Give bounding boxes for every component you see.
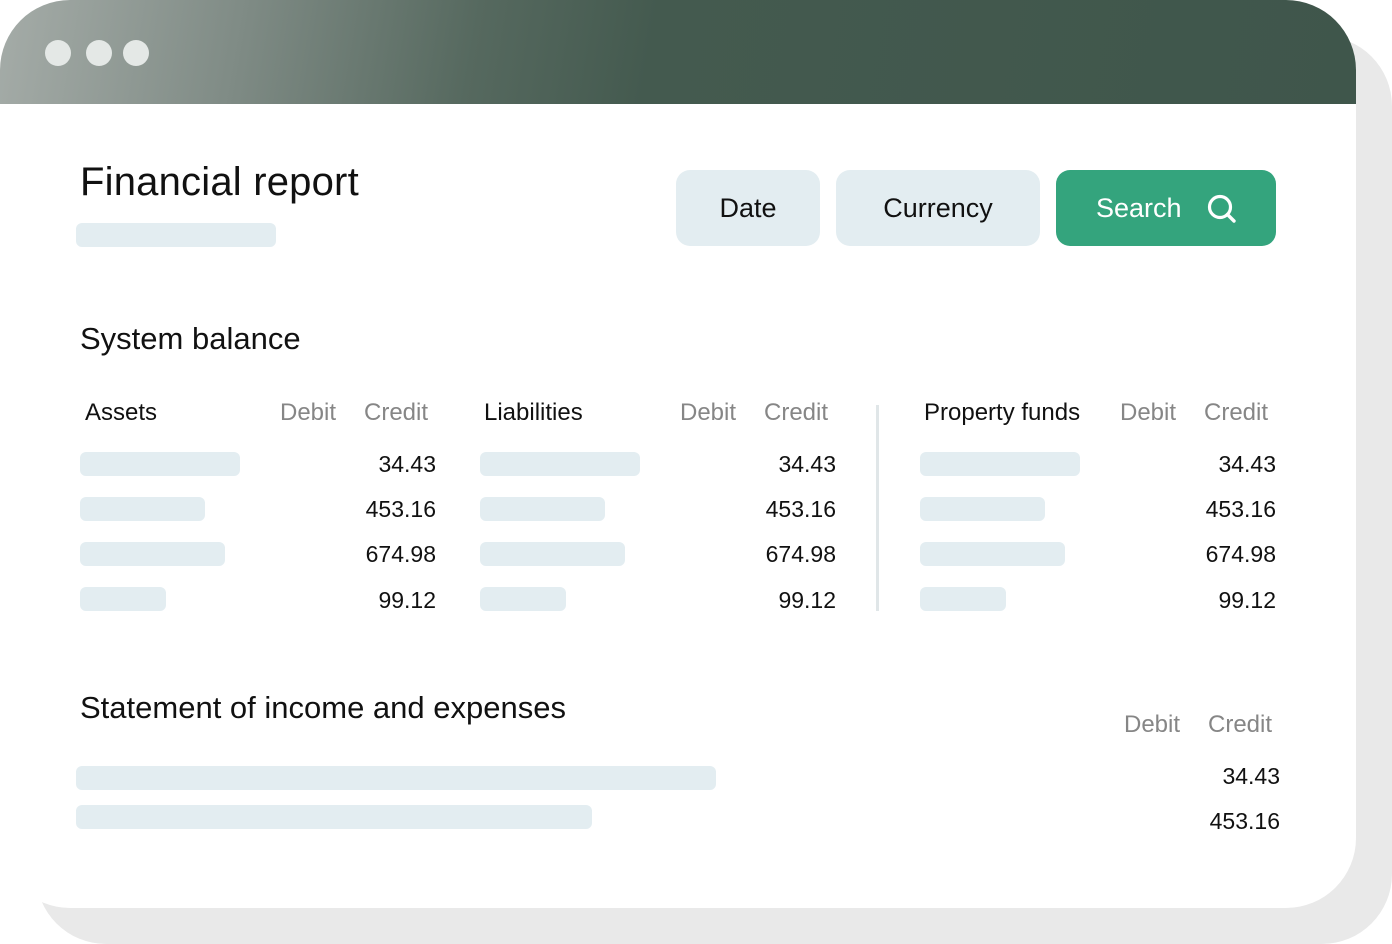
property-funds-row-label-placeholder xyxy=(920,587,1006,611)
income-statement-title: Statement of income and expenses xyxy=(80,690,566,725)
liabilities-credit-value: 99.12 xyxy=(778,587,836,613)
income-credit-header: Credit xyxy=(1208,711,1273,738)
assets-header: Assets xyxy=(85,399,158,426)
property-funds-row-label-placeholder xyxy=(920,497,1045,521)
assets-credit-value: 674.98 xyxy=(365,541,436,567)
assets-debit-header: Debit xyxy=(280,399,337,426)
window-titlebar xyxy=(0,0,1356,104)
liabilities-credit-value: 453.16 xyxy=(765,496,836,522)
app-window: Financial report Date Currency Search Sy… xyxy=(0,0,1356,908)
search-button[interactable]: Search xyxy=(1056,170,1276,246)
income-credit-value: 34.43 xyxy=(1222,763,1280,789)
income-row-label-placeholder xyxy=(76,805,592,829)
window-dot-maximize[interactable] xyxy=(123,40,149,66)
property-funds-row-label-placeholder xyxy=(920,542,1065,566)
liabilities-credit-value: 674.98 xyxy=(765,541,836,567)
property-funds-credit-header: Credit xyxy=(1204,399,1269,426)
income-debit-header: Debit xyxy=(1124,711,1181,738)
property-funds-debit-header: Debit xyxy=(1120,399,1177,426)
window-dot-minimize[interactable] xyxy=(86,40,112,66)
liabilities-row-label-placeholder xyxy=(480,452,640,476)
date-filter-button[interactable]: Date xyxy=(676,170,820,246)
assets-credit-value: 34.43 xyxy=(378,451,436,477)
liabilities-header: Liabilities xyxy=(484,399,583,426)
liabilities-row-label-placeholder xyxy=(480,542,625,566)
property-funds-credit-value: 453.16 xyxy=(1205,496,1276,522)
assets-row-label-placeholder xyxy=(80,452,240,476)
assets-credit-header: Credit xyxy=(364,399,429,426)
property-funds-row-label-placeholder xyxy=(920,452,1080,476)
income-credit-value: 453.16 xyxy=(1209,808,1280,834)
assets-row-label-placeholder xyxy=(80,497,205,521)
income-row-label-placeholder xyxy=(76,766,716,790)
window-dot-close[interactable] xyxy=(45,40,71,66)
liabilities-credit-header: Credit xyxy=(764,399,829,426)
liabilities-row-label-placeholder xyxy=(480,587,566,611)
property-funds-credit-value: 99.12 xyxy=(1218,587,1276,613)
assets-credit-value: 99.12 xyxy=(378,587,436,613)
system-balance-title: System balance xyxy=(80,321,301,356)
liabilities-debit-header: Debit xyxy=(680,399,737,426)
liabilities-credit-value: 34.43 xyxy=(778,451,836,477)
currency-filter-button[interactable]: Currency xyxy=(836,170,1040,246)
liabilities-row-label-placeholder xyxy=(480,497,605,521)
assets-row-label-placeholder xyxy=(80,542,225,566)
search-icon xyxy=(1207,194,1236,223)
search-button-label: Search xyxy=(1096,193,1182,223)
subtitle-placeholder xyxy=(76,223,276,247)
page-title: Financial report xyxy=(80,160,359,204)
property-funds-credit-value: 674.98 xyxy=(1205,541,1276,567)
property-funds-header: Property funds xyxy=(924,399,1081,426)
assets-row-label-placeholder xyxy=(80,587,166,611)
property-funds-credit-value: 34.43 xyxy=(1218,451,1276,477)
assets-credit-value: 453.16 xyxy=(365,496,436,522)
column-divider xyxy=(876,405,879,611)
